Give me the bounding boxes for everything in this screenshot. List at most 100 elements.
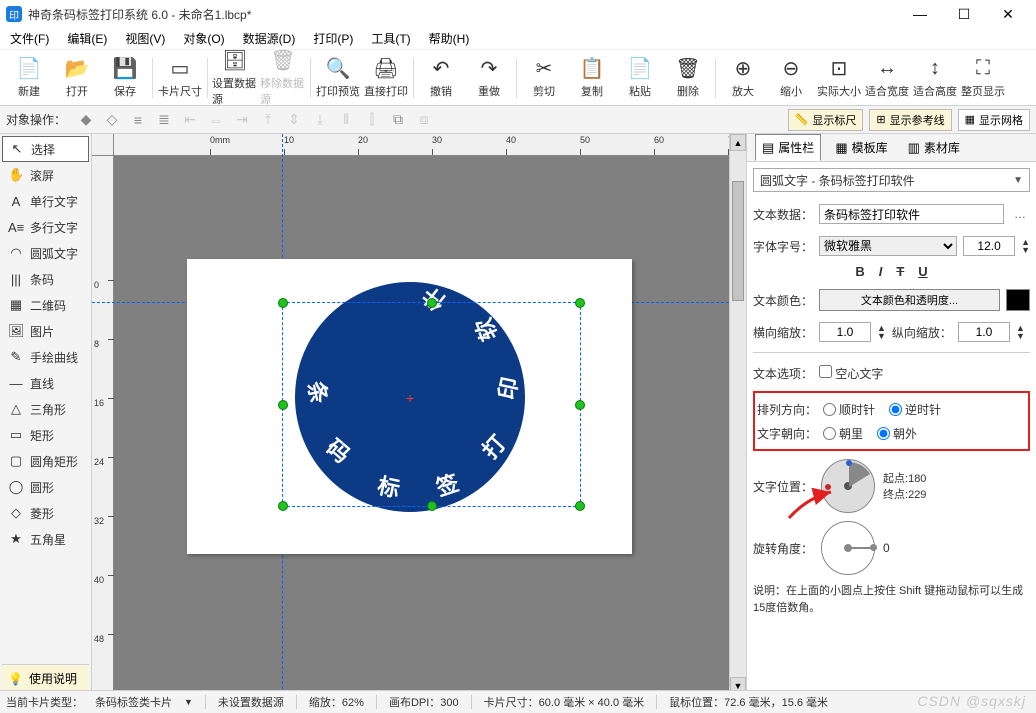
tool-圆形[interactable]: ◯圆形: [2, 474, 89, 500]
underline-button[interactable]: U: [918, 264, 927, 280]
menu-item[interactable]: 视图(V): [121, 28, 169, 49]
status-card-type-value[interactable]: 条码标签类卡片: [95, 694, 172, 710]
text-data-input[interactable]: [819, 204, 1004, 224]
tool-三角形[interactable]: △三角形: [2, 396, 89, 422]
menu-item[interactable]: 帮助(H): [425, 28, 474, 49]
toolbar-适合宽度[interactable]: ↔适合宽度: [864, 53, 910, 103]
tool-条码[interactable]: |||条码: [2, 266, 89, 292]
tool-圆弧文字[interactable]: ◠圆弧文字: [2, 240, 89, 266]
tool-单行文字[interactable]: A单行文字: [2, 188, 89, 214]
dir-cw-radio[interactable]: 顺时针: [823, 401, 875, 418]
toolbar-保存[interactable]: 💾保存: [102, 53, 148, 103]
toolbar-label: 实际大小: [817, 83, 861, 99]
minimize-button[interactable]: —: [898, 0, 942, 28]
toolbar-整页显示[interactable]: ⛶整页显示: [960, 53, 1006, 103]
menu-item[interactable]: 文件(F): [6, 28, 53, 49]
dir-ccw-radio[interactable]: 逆时针: [889, 401, 941, 418]
toolbar-撤销[interactable]: ↶撤销: [418, 53, 464, 103]
tool-多行文字[interactable]: A≡多行文字: [2, 214, 89, 240]
toolbar-复制[interactable]: 📋复制: [569, 53, 615, 103]
show-grid-toggle[interactable]: ▦显示网格: [958, 109, 1030, 131]
toolbar-重做[interactable]: ↷重做: [466, 53, 512, 103]
toolbar-适合高度[interactable]: ↕适合高度: [912, 53, 958, 103]
selection-bounds[interactable]: [282, 302, 581, 507]
layer-icon[interactable]: ◆: [76, 110, 96, 130]
show-guide-toggle[interactable]: ⊞显示参考线: [869, 109, 951, 131]
text-color-button[interactable]: 文本颜色和透明度...: [819, 289, 1000, 311]
hollow-text-checkbox[interactable]: 空心文字: [819, 365, 883, 382]
color-swatch[interactable]: [1006, 289, 1030, 311]
layer4-icon[interactable]: ≣: [154, 110, 174, 130]
tool-直线[interactable]: —直线: [2, 370, 89, 396]
scroll-up-button[interactable]: ▲: [730, 134, 746, 151]
resize-handle-w[interactable]: [278, 400, 288, 410]
toolbar-打开[interactable]: 📂打开: [54, 53, 100, 103]
resize-handle-e[interactable]: [575, 400, 585, 410]
toolbar-直接打印[interactable]: 🖨直接打印: [363, 53, 409, 103]
resize-handle-se[interactable]: [575, 501, 585, 511]
show-ruler-toggle[interactable]: 📏显示标尺: [788, 109, 864, 131]
tool-矩形[interactable]: ▭矩形: [2, 422, 89, 448]
strike-button[interactable]: T: [896, 264, 904, 280]
toolbar-缩小[interactable]: ⊖缩小: [768, 53, 814, 103]
tool-菱形[interactable]: ◇菱形: [2, 500, 89, 526]
toolbar-移除数据源: 🗑移除数据源: [260, 53, 306, 103]
hscale-input[interactable]: [819, 322, 871, 342]
tool-选择[interactable]: ↖选择: [2, 136, 89, 162]
tab-materials[interactable]: ▥素材库: [902, 135, 966, 160]
canvas-area[interactable]: 0mm10203040506070 081624324048 + 条 码 标 签…: [92, 134, 729, 694]
layer3-icon[interactable]: ≡: [128, 110, 148, 130]
text-data-more-button[interactable]: …: [1010, 207, 1030, 221]
toolbar-卡片尺寸[interactable]: ▭卡片尺寸: [157, 53, 203, 103]
tool-图片[interactable]: 🖼图片: [2, 318, 89, 344]
stepper-icon[interactable]: ▲▼: [1016, 324, 1025, 340]
stepper-icon[interactable]: ▲▼: [877, 324, 886, 340]
object-type-dropdown[interactable]: 圆弧文字 - 条码标签打印软件▼: [753, 168, 1030, 192]
toolbar-新建[interactable]: 📄新建: [6, 53, 52, 103]
resize-handle-sw[interactable]: [278, 501, 288, 511]
scroll-thumb[interactable]: [732, 181, 744, 301]
toolbar-设置数据源[interactable]: 🗄设置数据源: [212, 53, 258, 103]
maximize-button[interactable]: ☐: [942, 0, 986, 28]
toolbar-icon: 📄: [17, 57, 42, 81]
bold-button[interactable]: B: [855, 264, 864, 280]
toolbar-删除[interactable]: 🗑删除: [665, 53, 711, 103]
italic-button[interactable]: I: [879, 264, 883, 280]
font-size-input[interactable]: [963, 236, 1015, 256]
menu-item[interactable]: 编辑(E): [63, 28, 111, 49]
rotation-dial[interactable]: [821, 521, 875, 575]
vscale-input[interactable]: [958, 322, 1010, 342]
hscale-label: 横向缩放：: [753, 324, 813, 341]
tool-五角星[interactable]: ★五角星: [2, 526, 89, 552]
close-button[interactable]: ✕: [986, 0, 1030, 28]
toolbar-粘贴[interactable]: 📄粘贴: [617, 53, 663, 103]
group-icon[interactable]: ⧉: [388, 110, 408, 130]
resize-handle-s[interactable]: [427, 501, 437, 511]
canvas-scrollbar-v[interactable]: ▲ ▼: [729, 134, 746, 694]
face-in-radio[interactable]: 朝里: [823, 425, 863, 442]
resize-handle-ne[interactable]: [575, 298, 585, 308]
help-button[interactable]: 💡使用说明: [2, 664, 89, 692]
tool-滚屏[interactable]: ✋滚屏: [2, 162, 89, 188]
resize-handle-n[interactable]: [427, 298, 437, 308]
face-out-radio[interactable]: 朝外: [877, 425, 917, 442]
toolbar-实际大小[interactable]: ⊡实际大小: [816, 53, 862, 103]
menu-item[interactable]: 打印(P): [309, 28, 357, 49]
obj-op-label: 对象操作：: [6, 111, 66, 128]
left-toolbox: ↖选择✋滚屏A单行文字A≡多行文字◠圆弧文字|||条码▦二维码🖼图片✎手绘曲线—…: [0, 134, 92, 694]
menu-item[interactable]: 对象(O): [179, 28, 228, 49]
tool-圆角矩形[interactable]: ▢圆角矩形: [2, 448, 89, 474]
tab-templates[interactable]: ▦模板库: [829, 135, 893, 160]
tool-手绘曲线[interactable]: ✎手绘曲线: [2, 344, 89, 370]
toolbar-剪切[interactable]: ✂剪切: [521, 53, 567, 103]
menu-item[interactable]: 工具(T): [367, 28, 414, 49]
menu-item[interactable]: 数据源(D): [239, 28, 300, 49]
toolbar-打印预览[interactable]: 🔍打印预览: [315, 53, 361, 103]
toolbar-放大[interactable]: ⊕放大: [720, 53, 766, 103]
stepper-icon[interactable]: ▲▼: [1021, 238, 1030, 254]
layer2-icon[interactable]: ◇: [102, 110, 122, 130]
tool-二维码[interactable]: ▦二维码: [2, 292, 89, 318]
font-family-select[interactable]: 微软雅黑: [819, 236, 957, 256]
tab-properties[interactable]: ▤属性栏: [755, 134, 821, 161]
resize-handle-nw[interactable]: [278, 298, 288, 308]
